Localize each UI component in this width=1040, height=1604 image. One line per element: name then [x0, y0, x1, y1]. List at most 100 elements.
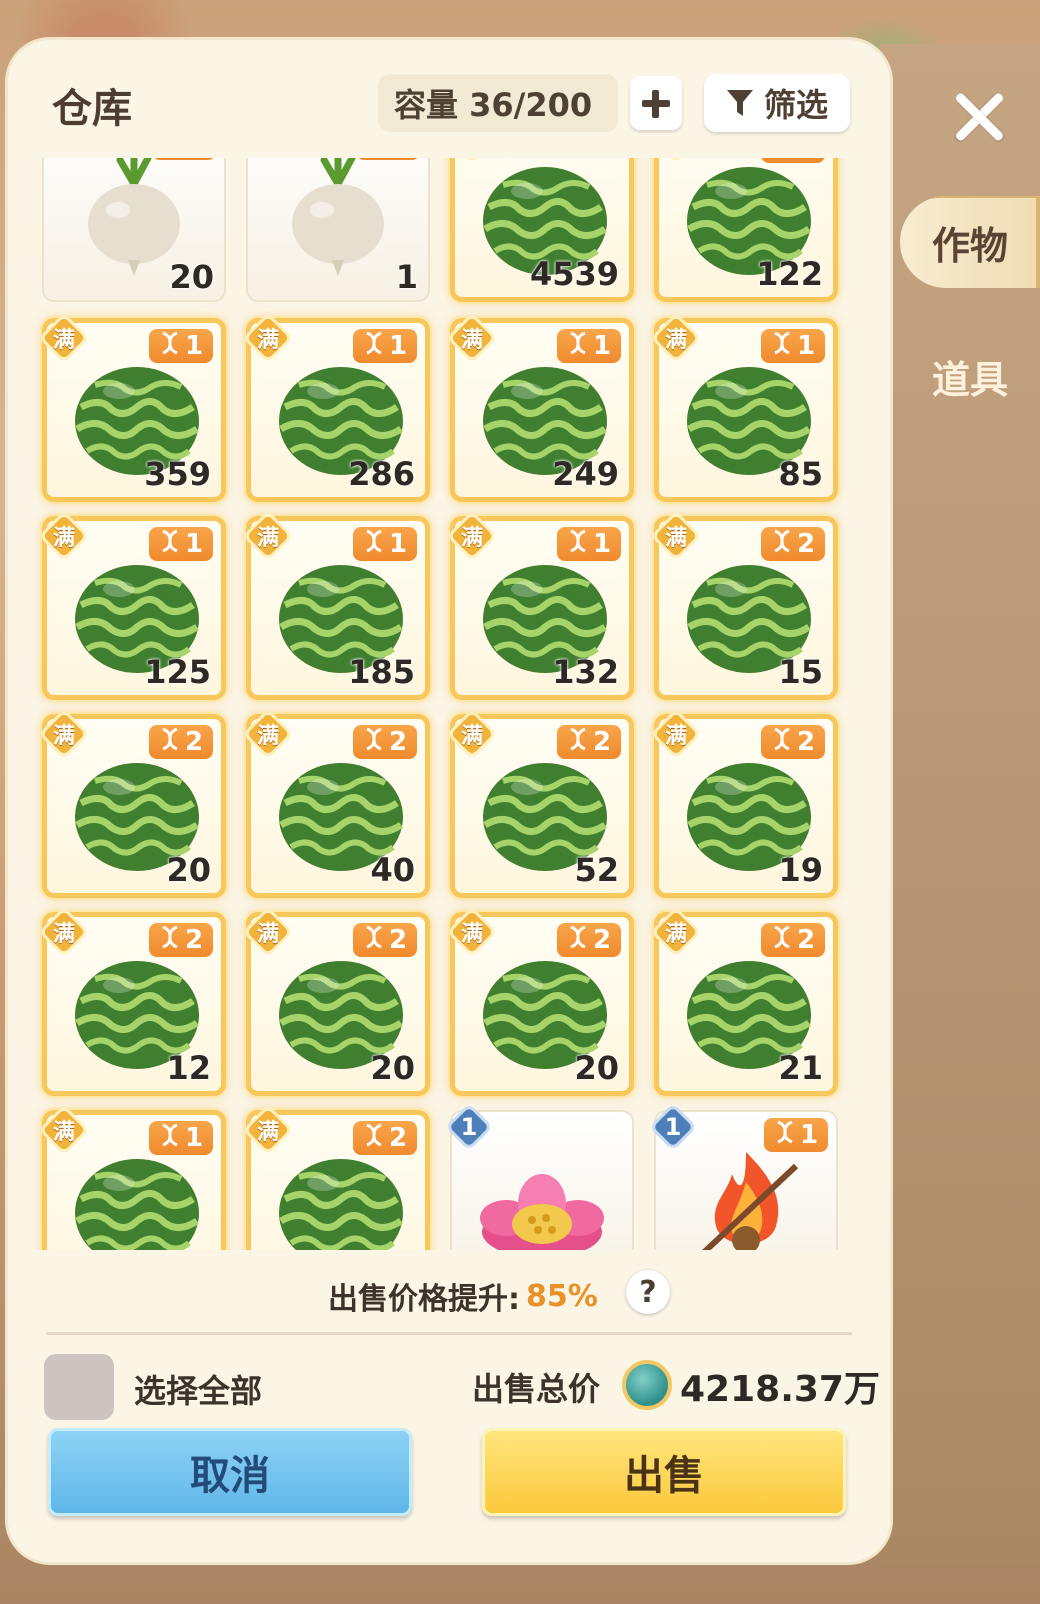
- full-badge: 满: [653, 158, 699, 161]
- full-badge-label: 满: [256, 526, 279, 551]
- item-slot[interactable]: 满1: [42, 1110, 226, 1250]
- gene-badge: 1: [149, 329, 213, 363]
- full-badge: 满: [245, 513, 291, 559]
- item-slot[interactable]: 满 1 185: [246, 516, 430, 700]
- item-slot[interactable]: 满 2 15: [654, 516, 838, 700]
- coin-icon: [622, 1360, 672, 1410]
- full-badge-label: 满: [52, 1120, 75, 1145]
- item-slot[interactable]: 满 1 122: [654, 158, 838, 302]
- full-badge: 满: [653, 513, 699, 559]
- item-count: 40: [370, 851, 415, 889]
- select-all-label[interactable]: 选择全部: [134, 1366, 262, 1412]
- item-count: 12: [166, 1049, 211, 1087]
- item-slot[interactable]: 11: [654, 1110, 838, 1250]
- gene-badge: 1: [356, 158, 420, 160]
- full-badge-label: 满: [664, 922, 687, 947]
- item-slot[interactable]: 满 1 85: [654, 318, 838, 502]
- close-button[interactable]: [950, 88, 1008, 146]
- dna-icon: [774, 1120, 796, 1151]
- dna-icon: [159, 727, 181, 758]
- dna-icon: [159, 1123, 181, 1154]
- tab-crops[interactable]: 作物: [900, 196, 1040, 288]
- item-slot[interactable]: 满 2 21: [654, 912, 838, 1096]
- gene-level: 2: [184, 925, 204, 955]
- watermelon-icon: [275, 1149, 407, 1250]
- question-icon[interactable]: ?: [626, 1270, 670, 1314]
- item-count: 19: [778, 851, 823, 889]
- item-slot[interactable]: 满 2 40: [246, 714, 430, 898]
- item-slot[interactable]: 满 2 20: [450, 912, 634, 1096]
- item-slot[interactable]: 满 2 20: [246, 912, 430, 1096]
- warehouse-panel: 仓库 容量 36/200 筛选 22011满4539满1122满1359满128…: [8, 40, 890, 1562]
- gene-badge: 2: [761, 923, 825, 957]
- item-count: 85: [778, 455, 823, 493]
- item-slot[interactable]: 满 4539: [450, 158, 634, 302]
- quality-badge: 1: [446, 1104, 492, 1150]
- gene-level: 1: [388, 529, 408, 559]
- full-badge: 满: [245, 909, 291, 955]
- full-badge: 满: [41, 1107, 87, 1153]
- select-all-checkbox[interactable]: [44, 1354, 114, 1420]
- item-count: 249: [552, 455, 619, 493]
- full-badge-label: 满: [256, 328, 279, 353]
- item-slot[interactable]: 满 1 286: [246, 318, 430, 502]
- boost-value: 85%: [526, 1278, 598, 1314]
- item-slot[interactable]: 1: [450, 1110, 634, 1250]
- gene-badge: 1: [761, 329, 825, 363]
- capacity-indicator: 容量 36/200: [378, 74, 618, 132]
- item-slot[interactable]: 满 2 12: [42, 912, 226, 1096]
- item-grid: 22011满4539满1122满1359满1286满1249满185满1125满…: [8, 158, 890, 1250]
- item-slot[interactable]: 满 2 20: [42, 714, 226, 898]
- gene-level: 1: [592, 529, 612, 559]
- item-slot[interactable]: 满 1 359: [42, 318, 226, 502]
- gene-level: 1: [799, 1120, 819, 1150]
- tab-props[interactable]: 道具: [900, 330, 1040, 422]
- full-badge: 满: [245, 1107, 291, 1153]
- item-slot[interactable]: 满 2 52: [450, 714, 634, 898]
- dna-icon: [771, 925, 793, 956]
- full-badge-label: 满: [460, 922, 483, 947]
- item-count: 21: [778, 1049, 823, 1087]
- item-count: 286: [348, 455, 415, 493]
- full-badge-label: 满: [256, 922, 279, 947]
- full-badge: 满: [245, 315, 291, 361]
- full-badge: 满: [449, 315, 495, 361]
- filter-button[interactable]: 筛选: [704, 74, 850, 132]
- item-count: 15: [778, 653, 823, 691]
- full-badge-label: 满: [460, 526, 483, 551]
- item-slot[interactable]: 满 1 249: [450, 318, 634, 502]
- full-badge: 满: [449, 158, 495, 161]
- sell-label: 出售: [624, 1453, 704, 1499]
- expand-capacity-button[interactable]: [630, 76, 682, 130]
- gene-level: 1: [796, 331, 816, 361]
- dna-icon: [363, 727, 385, 758]
- fire-item-icon: [680, 1146, 812, 1250]
- item-slot[interactable]: 满2: [246, 1110, 430, 1250]
- item-slot[interactable]: 满 1 132: [450, 516, 634, 700]
- gene-level: 2: [592, 925, 612, 955]
- total-price-value: 4218.37万: [680, 1369, 880, 1410]
- dna-icon: [366, 158, 388, 159]
- full-badge-label: 满: [460, 328, 483, 353]
- full-badge: 满: [449, 711, 495, 757]
- sell-button[interactable]: 出售: [482, 1428, 846, 1516]
- dna-icon: [567, 727, 589, 758]
- gene-level: 2: [796, 727, 816, 757]
- tab-label: 作物: [931, 223, 1008, 268]
- full-badge: 满: [41, 513, 87, 559]
- item-slot[interactable]: 2 20: [42, 158, 226, 302]
- gene-badge: 2: [149, 725, 213, 759]
- full-badge: 满: [449, 909, 495, 955]
- filter-label: 筛选: [763, 86, 828, 124]
- dna-icon: [159, 925, 181, 956]
- gene-level: 1: [388, 331, 408, 361]
- gene-level: 2: [592, 727, 612, 757]
- gene-badge: 2: [557, 725, 621, 759]
- item-slot[interactable]: 满 1 125: [42, 516, 226, 700]
- dna-icon: [363, 1123, 385, 1154]
- item-slot[interactable]: 满 2 19: [654, 714, 838, 898]
- cancel-button[interactable]: 取消: [48, 1428, 412, 1516]
- item-slot[interactable]: 11: [246, 158, 430, 302]
- full-badge-label: 满: [52, 526, 75, 551]
- quality-badge-label: 1: [460, 1113, 478, 1141]
